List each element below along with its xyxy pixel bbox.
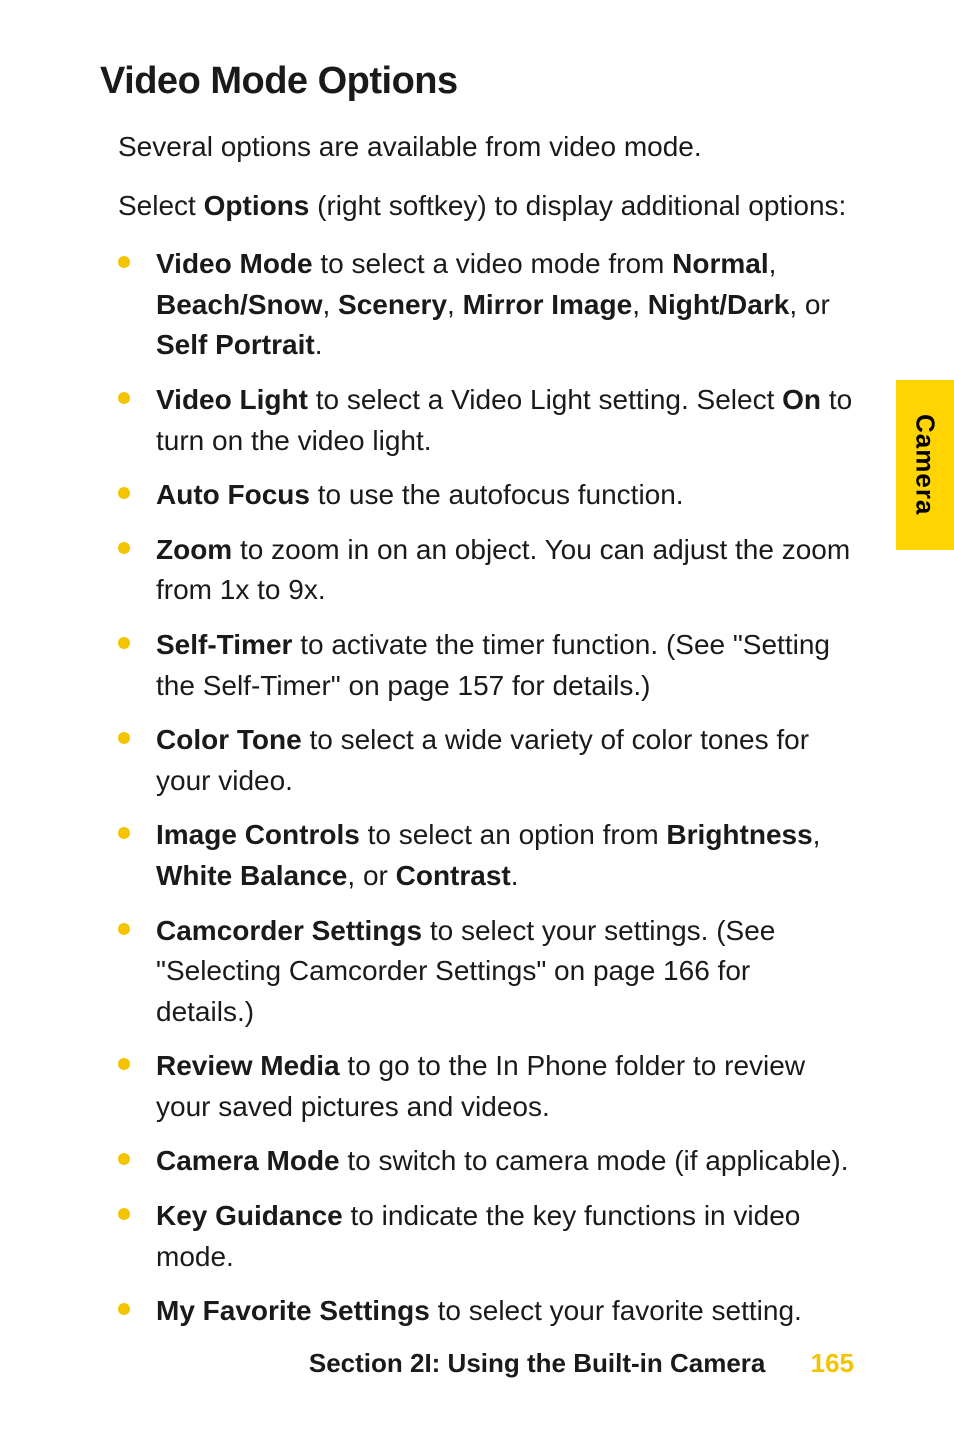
option-term: Color Tone xyxy=(156,724,302,755)
option-term: Contrast xyxy=(396,860,511,891)
page-heading: Video Mode Options xyxy=(100,60,854,103)
option-term: My Favorite Settings xyxy=(156,1295,430,1326)
option-text: to select an option from xyxy=(360,819,667,850)
list-item: Self-Timer to activate the timer functio… xyxy=(118,625,854,706)
option-term: Scenery xyxy=(338,289,447,320)
option-term: Image Controls xyxy=(156,819,360,850)
footer-section: Section 2I: Using the Built-in Camera xyxy=(309,1348,766,1378)
side-tab-label: Camera xyxy=(910,414,941,515)
option-term: Camcorder Settings xyxy=(156,915,422,946)
option-term: White Balance xyxy=(156,860,347,891)
option-term: On xyxy=(782,384,821,415)
bullet-icon xyxy=(118,1303,130,1315)
option-term: Zoom xyxy=(156,534,232,565)
page-container: Video Mode Options Several options are a… xyxy=(0,0,954,1431)
option-term: Video Mode xyxy=(156,248,313,279)
bullet-icon xyxy=(118,827,130,839)
bullet-icon xyxy=(118,542,130,554)
intro-line-1: Several options are available from video… xyxy=(118,127,854,168)
footer-page-number: 165 xyxy=(811,1348,854,1378)
list-item: Zoom to zoom in on an object. You can ad… xyxy=(118,530,854,611)
list-item: Key Guidance to indicate the key functio… xyxy=(118,1196,854,1277)
option-text: to select your favorite setting. xyxy=(430,1295,802,1326)
list-item: Auto Focus to use the autofocus function… xyxy=(118,475,854,516)
option-text: to use the autofocus function. xyxy=(310,479,684,510)
option-text: , or xyxy=(789,289,829,320)
bullet-icon xyxy=(118,637,130,649)
bullet-icon xyxy=(118,1208,130,1220)
option-text: , xyxy=(322,289,338,320)
option-text: to zoom in on an object. You can adjust … xyxy=(156,534,850,606)
option-term: Beach/Snow xyxy=(156,289,322,320)
option-text: to select a Video Light setting. Select xyxy=(308,384,782,415)
list-item: Image Controls to select an option from … xyxy=(118,815,854,896)
option-text: , xyxy=(769,248,777,279)
intro2-pre: Select xyxy=(118,190,204,221)
option-term: Camera Mode xyxy=(156,1145,340,1176)
intro-line-2: Select Options (right softkey) to displa… xyxy=(118,186,854,227)
option-text: , or xyxy=(347,860,395,891)
page-footer: Section 2I: Using the Built-in Camera 16… xyxy=(0,1348,954,1379)
options-list: Video Mode to select a video mode from N… xyxy=(118,244,854,1332)
bullet-icon xyxy=(118,1153,130,1165)
option-term: Key Guidance xyxy=(156,1200,343,1231)
list-item: Review Media to go to the In Phone folde… xyxy=(118,1046,854,1127)
side-tab: Camera xyxy=(896,380,954,550)
bullet-icon xyxy=(118,256,130,268)
option-term: Mirror Image xyxy=(463,289,633,320)
option-term: Video Light xyxy=(156,384,308,415)
intro2-bold: Options xyxy=(204,190,310,221)
option-term: Normal xyxy=(672,248,768,279)
list-item: Video Light to select a Video Light sett… xyxy=(118,380,854,461)
intro2-post: (right softkey) to display additional op… xyxy=(309,190,846,221)
option-term: Review Media xyxy=(156,1050,340,1081)
list-item: Color Tone to select a wide variety of c… xyxy=(118,720,854,801)
option-text: . xyxy=(315,329,323,360)
option-text: , xyxy=(632,289,648,320)
option-term: Auto Focus xyxy=(156,479,310,510)
bullet-icon xyxy=(118,487,130,499)
list-item: My Favorite Settings to select your favo… xyxy=(118,1291,854,1332)
list-item: Camera Mode to switch to camera mode (if… xyxy=(118,1141,854,1182)
bullet-icon xyxy=(118,1058,130,1070)
option-term: Night/Dark xyxy=(648,289,790,320)
option-text: to select a video mode from xyxy=(313,248,673,279)
bullet-icon xyxy=(118,923,130,935)
option-text: . xyxy=(511,860,519,891)
option-term: Self Portrait xyxy=(156,329,315,360)
option-text: , xyxy=(447,289,463,320)
option-term: Self-Timer xyxy=(156,629,292,660)
option-text: to switch to camera mode (if applicable)… xyxy=(340,1145,849,1176)
option-term: Brightness xyxy=(666,819,812,850)
bullet-icon xyxy=(118,392,130,404)
option-text: , xyxy=(813,819,821,850)
list-item: Video Mode to select a video mode from N… xyxy=(118,244,854,366)
list-item: Camcorder Settings to select your settin… xyxy=(118,911,854,1033)
bullet-icon xyxy=(118,732,130,744)
